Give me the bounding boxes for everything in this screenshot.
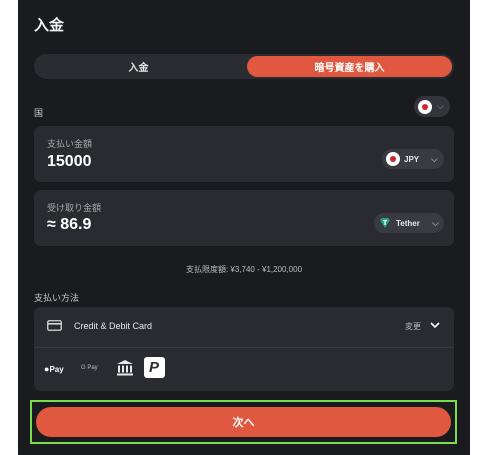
bank-icon (117, 360, 133, 376)
credit-card-icon (47, 320, 62, 331)
payment-method-name: Credit & Debit Card (74, 321, 153, 331)
change-payment-button[interactable]: 変更 (405, 320, 445, 334)
chevron-down-icon: ⌵ (437, 101, 444, 111)
receive-amount-value: ≈ 86.9 (47, 216, 92, 233)
chevron-down-icon (430, 322, 440, 329)
currency-select-tether[interactable]: Tether ⌵ (374, 213, 444, 233)
deposit-panel: 入金 入金 暗号資産を購入 国 ⌵ 支払い金額 15000 JPY ⌵ 受け取り… (18, 0, 470, 455)
payment-method-label: 支払い方法 (34, 293, 80, 303)
currency-code: Tether (396, 219, 420, 228)
receive-amount-card: 受け取り金額 ≈ 86.9 Tether ⌵ (34, 190, 454, 246)
pay-amount-card: 支払い金額 15000 JPY ⌵ (34, 126, 454, 182)
paypal-icon: P (149, 359, 160, 376)
divider (34, 347, 454, 348)
next-button-highlight: 次へ (30, 400, 457, 444)
chevron-down-icon: ⌵ (431, 154, 438, 164)
next-button[interactable]: 次へ (36, 407, 451, 437)
country-select[interactable]: ⌵ (414, 96, 450, 117)
google-pay-logo: G Pay (81, 365, 98, 371)
payment-method-card: Credit & Debit Card 変更 ●Pay G Pay P (34, 307, 454, 391)
mode-tabs: 入金 暗号資産を購入 (34, 54, 454, 79)
tab-deposit[interactable]: 入金 (36, 56, 241, 77)
japan-flag-icon (386, 152, 400, 166)
page-title: 入金 (34, 17, 65, 34)
apple-pay-logo: ●Pay (44, 364, 64, 374)
japan-flag-icon (418, 99, 432, 114)
chevron-down-icon: ⌵ (432, 218, 439, 228)
currency-code: JPY (404, 155, 420, 164)
tether-icon (380, 218, 390, 228)
pay-amount-input[interactable]: 15000 (47, 153, 92, 171)
country-label: 国 (34, 108, 44, 118)
tab-buy-crypto[interactable]: 暗号資産を購入 (247, 56, 452, 77)
change-label: 変更 (405, 322, 421, 331)
paypal-logo: P (144, 357, 165, 378)
pay-amount-label: 支払い金額 (47, 139, 93, 149)
receive-amount-label: 受け取り金額 (47, 203, 102, 213)
payment-limit-text: 支払限度額: ¥3,740 - ¥1,200,000 (185, 265, 303, 274)
currency-select-jpy[interactable]: JPY ⌵ (382, 149, 444, 169)
